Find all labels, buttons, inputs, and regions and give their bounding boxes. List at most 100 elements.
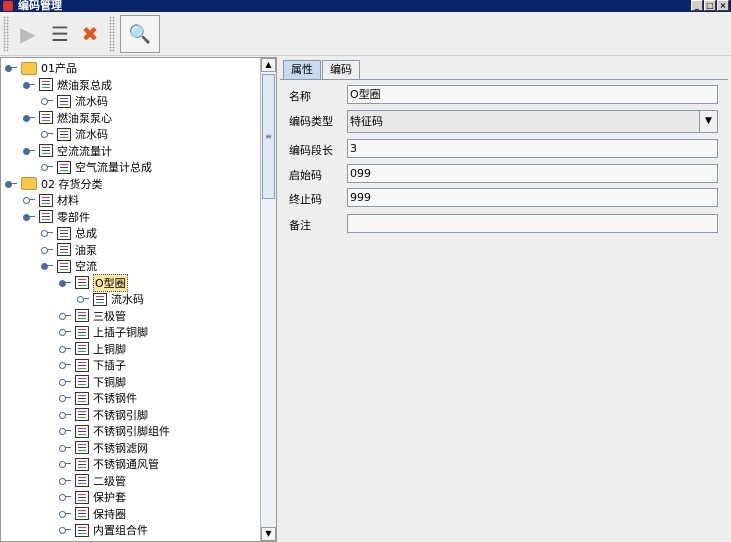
expand-handle-open-icon[interactable] <box>23 146 37 156</box>
scroll-up-button[interactable]: ▲ <box>261 58 276 72</box>
form-field-input[interactable]: 3 <box>347 139 718 158</box>
tree-node[interactable]: 燃油泵总成 <box>23 77 112 93</box>
tree-node[interactable]: 上铜脚 <box>59 341 126 357</box>
expand-handle-open-icon[interactable] <box>23 113 37 123</box>
form-field-input[interactable] <box>347 214 718 233</box>
tree-node-label: 上插子铜脚 <box>93 326 148 339</box>
expand-handle-open-icon[interactable] <box>41 261 55 271</box>
tree-node[interactable]: 02 存货分类 <box>5 176 103 192</box>
minimize-button[interactable]: _ <box>691 0 703 11</box>
document-icon <box>75 342 89 355</box>
tree-node[interactable]: 内置组合件 <box>59 522 148 538</box>
field-value: 特征码 <box>350 115 383 128</box>
open-button[interactable]: ▶ <box>12 18 44 50</box>
tree-node[interactable]: 流水码 <box>41 126 108 142</box>
tree-node[interactable]: 流水码 <box>41 93 108 109</box>
expand-handle-icon[interactable] <box>59 443 73 453</box>
expand-handle-icon[interactable] <box>77 294 91 304</box>
tree-node[interactable]: 流水码 <box>77 291 144 307</box>
tree-node[interactable]: 三极管 <box>59 308 126 324</box>
tree-node[interactable]: 总成 <box>41 225 97 241</box>
document-icon <box>39 210 53 223</box>
toolbar-grip[interactable] <box>3 16 9 52</box>
form-field-input[interactable]: 099 <box>347 164 718 183</box>
tree-node[interactable]: 不锈钢通风管 <box>59 456 159 472</box>
tree-node[interactable]: 油泵 <box>41 242 97 258</box>
tree-node[interactable]: 空气流量计总成 <box>41 159 152 175</box>
tree-node[interactable]: 不锈钢引脚组件 <box>59 423 170 439</box>
chevron-down-icon[interactable]: ▼ <box>699 111 717 132</box>
tree-node[interactable]: 材料 <box>23 192 79 208</box>
expand-handle-icon[interactable] <box>59 509 73 519</box>
tree-node[interactable]: O型圈 <box>59 273 128 292</box>
document-icon <box>75 507 89 520</box>
delete-button[interactable]: ✖ <box>74 18 106 50</box>
tree-node-label: 流水码 <box>111 293 144 306</box>
expand-handle-icon[interactable] <box>41 96 55 106</box>
document-icon <box>75 375 89 388</box>
document-icon <box>75 523 89 537</box>
edit-button[interactable]: ☰ <box>44 18 76 50</box>
expand-handle-open-icon[interactable] <box>5 179 19 189</box>
tree-scrollbar[interactable]: ▲ ≡ ▼ <box>260 58 276 541</box>
code-type-select[interactable]: 特征码 ▼ <box>347 110 718 133</box>
expand-handle-icon[interactable] <box>59 525 73 535</box>
tree-node-label: 燃油泵泵心 <box>57 111 112 125</box>
expand-handle-icon[interactable] <box>59 476 73 486</box>
expand-handle-open-icon[interactable] <box>23 212 37 222</box>
tree-node[interactable]: 二级管 <box>59 473 126 489</box>
scroll-down-button[interactable]: ▼ <box>261 527 276 541</box>
expand-handle-open-icon[interactable] <box>59 278 73 288</box>
tab-properties[interactable]: 属性 <box>283 60 321 79</box>
tree-node-label: 保持圈 <box>93 507 126 521</box>
tree-node[interactable]: 不锈钢件 <box>59 390 137 406</box>
expand-handle-icon[interactable] <box>59 459 73 469</box>
tree-node[interactable]: 空流流量计 <box>23 143 112 159</box>
expand-handle-icon[interactable] <box>41 245 55 255</box>
close-button[interactable]: × <box>717 0 729 11</box>
folder-icon: ▶ <box>20 22 36 46</box>
maximize-button[interactable]: □ <box>704 0 716 11</box>
expand-handle-icon[interactable] <box>23 195 37 205</box>
search-button[interactable]: 🔍 <box>120 15 160 53</box>
scroll-thumb[interactable]: ≡ <box>262 74 275 199</box>
tree-panel: 01产品 燃油泵总成 流水码 燃油泵泵心 流水码 空流流量计 空气流量计总成 02 存货分类材… <box>0 57 277 542</box>
tree-node[interactable]: 不锈钢引脚 <box>59 407 148 423</box>
expand-handle-icon[interactable] <box>59 393 73 403</box>
tree-node[interactable]: 保持圈 <box>59 506 126 522</box>
expand-handle-icon[interactable] <box>59 492 73 502</box>
expand-handle-open-icon[interactable] <box>5 63 19 73</box>
field-value: 3 <box>350 142 357 155</box>
tree-node[interactable]: 01产品 <box>5 60 77 76</box>
expand-handle-icon[interactable] <box>59 344 73 354</box>
tree-node-label: 下插子 <box>93 359 126 372</box>
expand-handle-icon[interactable] <box>59 377 73 387</box>
tree-node[interactable]: 上插子铜脚 <box>59 324 148 340</box>
expand-handle-icon[interactable] <box>41 129 55 139</box>
tree-node[interactable]: 保护套 <box>59 489 126 505</box>
expand-handle-icon[interactable] <box>59 410 73 420</box>
form-field-input[interactable]: 999 <box>347 188 718 207</box>
expand-handle-icon[interactable] <box>59 360 73 370</box>
tree-node[interactable]: 零部件 <box>23 209 90 225</box>
document-icon <box>39 78 53 91</box>
document-icon <box>75 441 89 454</box>
document-icon <box>75 457 89 471</box>
expand-handle-icon[interactable] <box>59 426 73 436</box>
tree-node[interactable]: 下插子 <box>59 357 126 373</box>
expand-handle-icon[interactable] <box>59 327 73 337</box>
expand-handle-icon[interactable] <box>59 311 73 321</box>
tree-node-label: 下铜脚 <box>93 375 126 389</box>
tree-node-label: 油泵 <box>75 243 97 257</box>
tab-codes[interactable]: 编码 <box>322 60 360 79</box>
expand-handle-open-icon[interactable] <box>23 80 37 90</box>
toolbar-grip[interactable] <box>109 16 115 52</box>
tree-node[interactable]: 下铜脚 <box>59 374 126 390</box>
form-field-input[interactable]: O型圈 <box>347 85 718 104</box>
expand-handle-icon[interactable] <box>41 162 55 172</box>
tree-node[interactable]: 燃油泵泵心 <box>23 110 112 126</box>
category-tree: 01产品 燃油泵总成 流水码 燃油泵泵心 流水码 空流流量计 空气流量计总成 02 存货分类材… <box>1 58 260 541</box>
expand-handle-icon[interactable] <box>41 228 55 238</box>
tree-node[interactable]: 不锈钢滤网 <box>59 440 148 456</box>
tree-node[interactable]: 空流 <box>41 258 97 274</box>
